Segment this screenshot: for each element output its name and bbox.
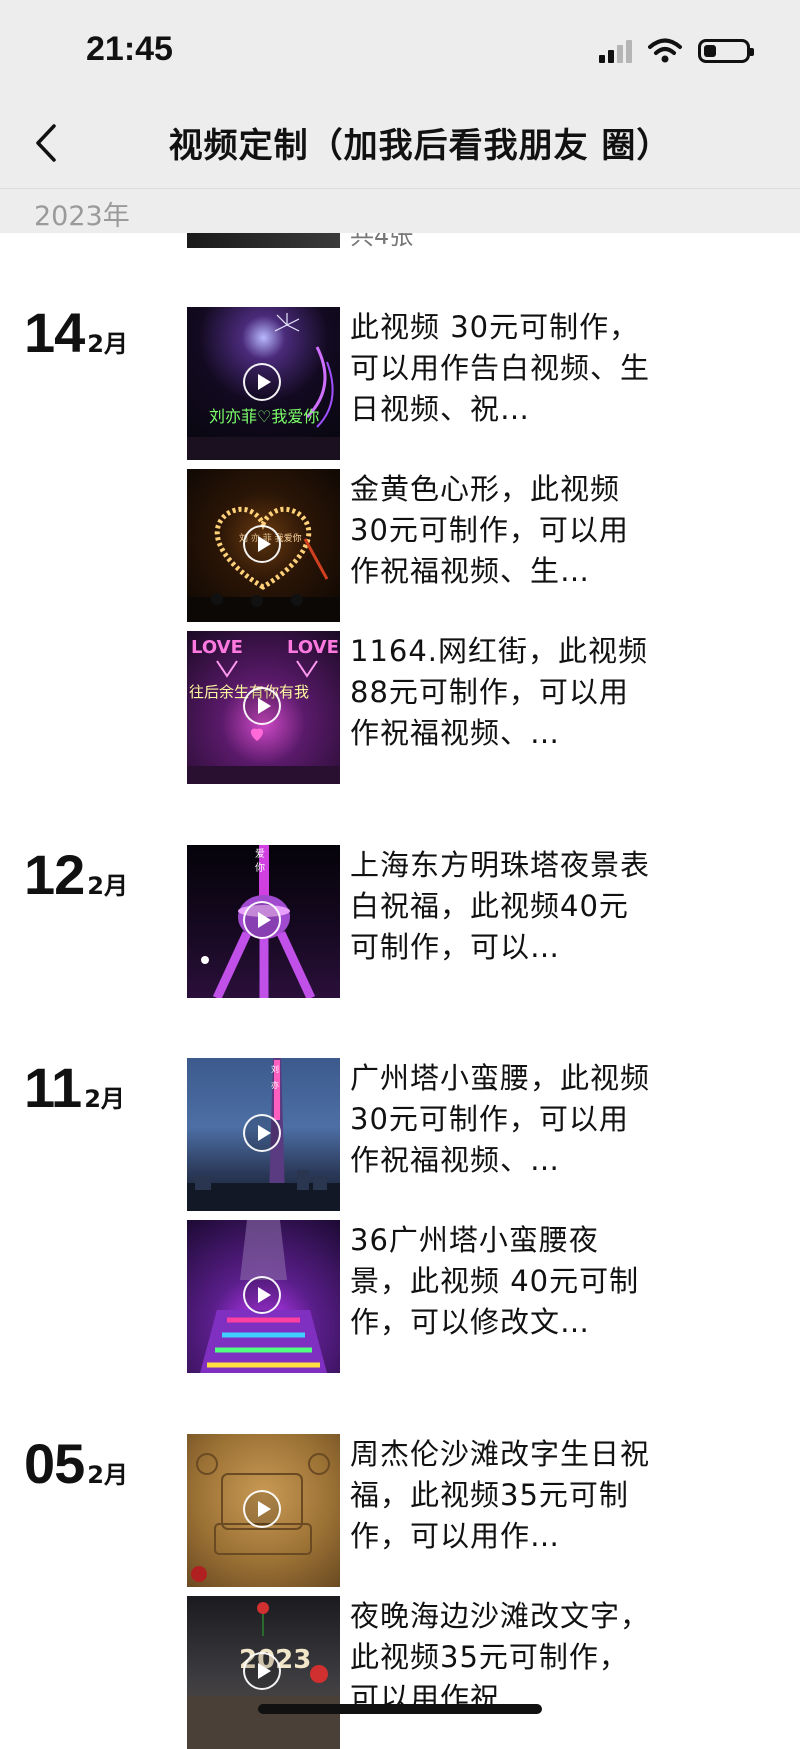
post-caption: 36广州塔小蛮腰夜景，此视频 40元可制作，可以修改文… [350,1223,640,1339]
home-indicator[interactable] [258,1704,542,1714]
play-icon [243,525,281,563]
video-post[interactable]: 36广州塔小蛮腰夜景，此视频 40元可制作，可以修改文… [187,1220,787,1373]
video-post[interactable]: 刘 亦 广州塔小蛮腰，此视频30元可制作，可以用作祝福视频、… [187,1058,787,1211]
date-month: 2月 [87,330,128,358]
date-day: 14 [24,301,85,364]
svg-text:刘: 刘 [271,1064,279,1074]
video-thumbnail[interactable]: 刘 亦 菲 我爱你 [187,469,340,622]
video-post[interactable]: 2023 夜晚海边沙滩改文字，此视频35元可制作，可以用作祝… [187,1596,787,1749]
video-post[interactable]: 刘 亦 菲 我爱你 金黄色心形，此视频30元可制作，可以用作祝福视频、生… [187,469,787,622]
wifi-icon [648,38,682,63]
year-header: 2023年 [0,188,800,233]
play-icon [243,687,281,725]
post-date: 12 2月 [24,842,128,907]
post-caption: 此视频 30元可制作，可以用作告白视频、生日视频、祝… [350,310,651,426]
play-icon [243,1490,281,1528]
date-month: 2月 [87,872,128,900]
video-post[interactable]: LOVE LOVE 往后余生有你有我 1164.网红街，此视频88元可制作，可以… [187,631,787,784]
post-date: 11 2月 [24,1055,125,1120]
post-caption: 周杰伦沙滩改字生日祝福，此视频35元可制作，可以用作… [350,1437,651,1553]
svg-text:爱: 爱 [255,847,265,860]
date-day: 11 [24,1056,82,1119]
video-thumbnail[interactable]: LOVE LOVE 往后余生有你有我 [187,631,340,784]
svg-text:亦: 亦 [271,1080,279,1090]
video-post[interactable]: 周杰伦沙滩改字生日祝福，此视频35元可制作，可以用作… [187,1434,787,1587]
date-day: 05 [24,1432,85,1495]
post-caption: 上海东方明珠塔夜景表白祝福，此视频40元可制作，可以… [350,848,651,964]
page-title: 视频定制（加我后看我朋友 圈） [168,126,672,166]
year-label: 2023年 [34,201,130,232]
post-caption: 广州塔小蛮腰，此视频30元可制作，可以用作祝福视频、… [350,1061,651,1177]
cellular-signal-icon [599,39,632,63]
video-thumbnail[interactable]: 爱 你 [187,845,340,998]
post-date: 14 2月 [24,300,128,365]
post-caption: 金黄色心形，此视频30元可制作，可以用作祝福视频、生… [350,472,629,588]
video-thumbnail[interactable]: 2023 [187,1596,340,1749]
status-icons [599,38,754,64]
status-time: 21:45 [86,30,173,68]
video-thumbnail[interactable] [187,1434,340,1587]
post-date: 05 2月 [24,1431,128,1496]
svg-text:LOVE: LOVE [287,637,339,658]
svg-text:刘亦菲♡我爱你: 刘亦菲♡我爱你 [209,407,319,426]
post-caption: 夜晚海边沙滩改文字，此视频35元可制作，可以用作祝… [350,1599,651,1715]
play-icon [243,1114,281,1152]
svg-text:你: 你 [255,861,265,874]
video-thumbnail[interactable]: 刘 亦 [187,1058,340,1211]
video-post[interactable]: 刘亦菲♡我爱你 此视频 30元可制作，可以用作告白视频、生日视频、祝… [187,307,787,460]
play-icon [243,363,281,401]
post-caption: 1164.网红街，此视频88元可制作，可以用作祝福视频、… [350,634,649,750]
video-thumbnail[interactable]: 刘亦菲♡我爱你 [187,307,340,460]
top-bar: 21:45 视频定制（加我后看我朋友 圈） 2023年 [0,0,800,233]
date-month: 2月 [87,1461,128,1489]
play-icon [243,1276,281,1314]
video-post[interactable]: 爱 你 上海东方明珠塔夜景表白祝福，此视频40元可制作，可以… [187,845,787,998]
battery-level [704,45,716,57]
play-icon [243,1652,281,1690]
moments-feed[interactable]: 共4张 14 2月 刘亦菲♡我爱你 此视频 30元可制作，可以用作告白视频、生日视… [0,0,800,1749]
svg-text:LOVE: LOVE [191,637,243,658]
play-icon [243,901,281,939]
date-day: 12 [24,843,85,906]
video-thumbnail[interactable] [187,1220,340,1373]
date-month: 2月 [84,1085,125,1113]
battery-icon [698,39,754,63]
